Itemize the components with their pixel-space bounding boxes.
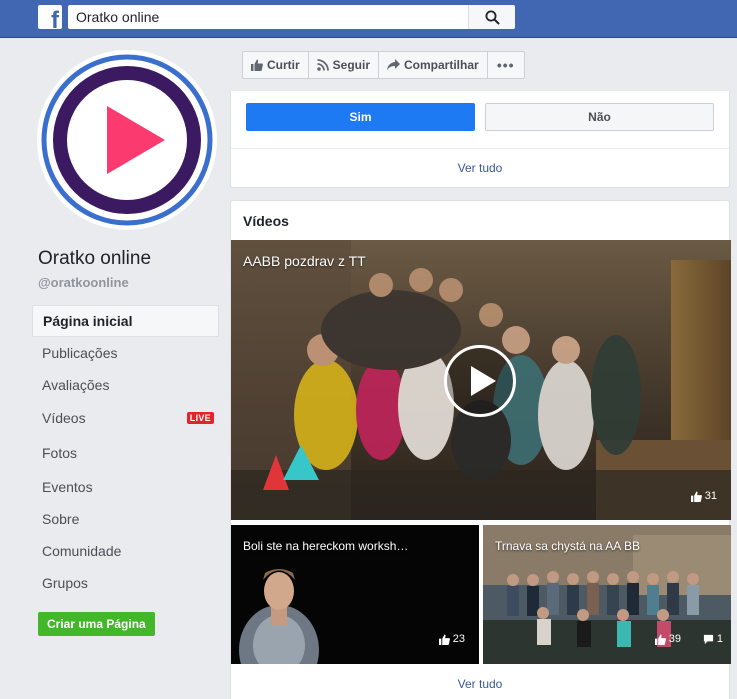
thumbs-up-icon <box>251 59 263 71</box>
featured-video[interactable]: AABB pozdrav z TT 31 <box>231 240 731 520</box>
videos-card: Vídeos AABB pozdrav z TT 31 Boli ste na … <box>230 200 731 699</box>
like-label: Curtir <box>267 58 300 72</box>
likes-count: 23 <box>452 633 465 645</box>
thumbs-up-icon <box>690 490 702 502</box>
see-all-link[interactable]: Ver tudo <box>231 161 729 175</box>
videos-section-title[interactable]: Vídeos <box>243 213 289 229</box>
top-navigation-bar: f <box>0 0 737 38</box>
search-icon <box>485 10 500 25</box>
page-navigation: Página inicial Publicações Avaliações Ví… <box>32 305 219 599</box>
video-tile[interactable]: Boli ste na hereckom worksh… 23 <box>231 525 479 664</box>
live-badge: LIVE <box>186 412 214 424</box>
nav-item-photos[interactable]: Fotos <box>32 436 219 471</box>
follow-button[interactable]: Seguir <box>307 51 380 79</box>
play-button[interactable] <box>444 345 516 417</box>
video-title: Trnava sa chystá na AA BB <box>495 539 640 553</box>
nav-item-events[interactable]: Eventos <box>32 471 219 503</box>
comments-count: 1 <box>716 633 723 645</box>
nav-item-label: Vídeos <box>42 410 86 426</box>
like-button[interactable]: Curtir <box>242 51 309 79</box>
share-label: Compartilhar <box>404 58 479 72</box>
follow-label: Seguir <box>332 58 371 72</box>
likes-count: 39 <box>668 633 681 645</box>
share-arrow-icon <box>387 59 401 71</box>
more-options-icon: ••• <box>496 57 515 73</box>
play-logo-icon <box>40 53 214 227</box>
share-button[interactable]: Compartilhar <box>378 51 488 79</box>
comment-icon <box>703 634 713 644</box>
nav-item-community[interactable]: Comunidade <box>32 535 219 567</box>
page-username[interactable]: @oratkoonline <box>38 275 129 290</box>
nav-item-home[interactable]: Página inicial <box>32 305 219 337</box>
play-icon <box>471 366 496 396</box>
video-likes: 31 <box>690 490 717 502</box>
search-button[interactable] <box>468 5 515 29</box>
no-button[interactable]: Não <box>485 103 714 131</box>
nav-item-reviews[interactable]: Avaliações <box>32 369 219 401</box>
nav-item-posts[interactable]: Publicações <box>32 337 219 369</box>
page-action-bar: Curtir Seguir Compartilhar ••• <box>230 38 730 91</box>
facebook-logo-icon[interactable]: f <box>38 5 62 29</box>
video-title: Boli ste na hereckom worksh… <box>243 539 409 553</box>
more-options-button[interactable]: ••• <box>486 51 525 79</box>
yes-button[interactable]: Sim <box>246 103 475 131</box>
poll-card: Sim Não Ver tudo <box>230 91 730 188</box>
likes-count: 31 <box>704 490 717 502</box>
nav-item-groups[interactable]: Grupos <box>32 567 219 599</box>
page-title: Oratko online <box>38 248 152 269</box>
divider <box>231 148 729 149</box>
facebook-logo-glyph: f <box>51 7 59 30</box>
thumbs-up-icon <box>654 633 666 645</box>
nav-item-videos[interactable]: Vídeos LIVE <box>32 401 219 436</box>
video-comments: 1 <box>703 633 723 645</box>
nav-item-about[interactable]: Sobre <box>32 503 219 535</box>
see-all-link[interactable]: Ver tudo <box>231 677 729 691</box>
video-tile[interactable]: Trnava sa chystá na AA BB 39 1 <box>483 525 731 664</box>
create-page-button[interactable]: Criar uma Página <box>38 612 155 636</box>
rss-icon <box>316 59 329 71</box>
search-input[interactable] <box>68 5 468 29</box>
thumbs-up-icon <box>438 633 450 645</box>
action-button-group: Curtir Seguir Compartilhar ••• <box>242 51 525 79</box>
video-likes: 39 <box>654 633 681 645</box>
video-likes: 23 <box>438 633 465 645</box>
page-avatar[interactable] <box>37 50 217 230</box>
video-title: AABB pozdrav z TT <box>243 253 366 269</box>
